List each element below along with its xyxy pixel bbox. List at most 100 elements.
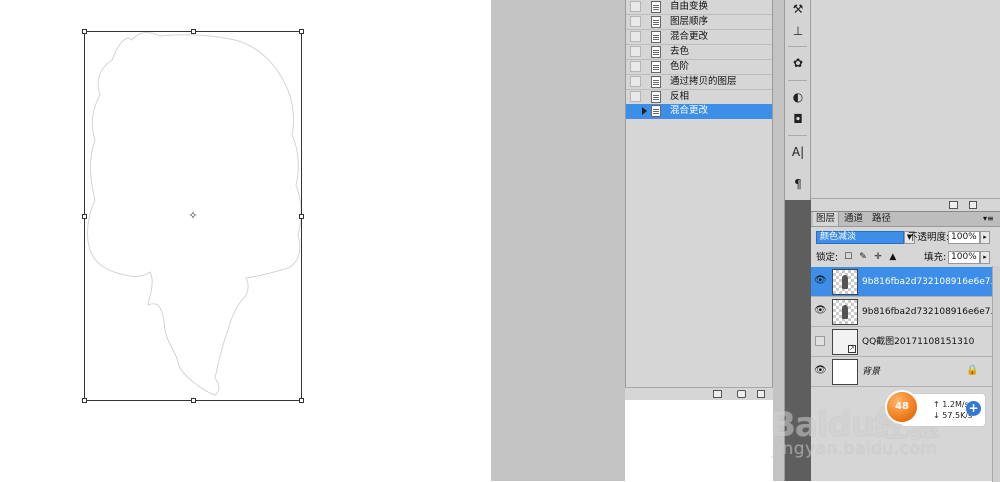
history-snapshot-checkbox[interactable] xyxy=(630,61,641,72)
upper-right-panel xyxy=(811,0,1000,211)
lock-image-icon[interactable]: ✎ xyxy=(859,253,868,262)
masks-icon[interactable]: ◘ xyxy=(790,112,806,126)
tab-layers[interactable]: 图层 xyxy=(813,212,840,226)
history-item[interactable]: 混合更改 xyxy=(626,30,772,45)
history-item[interactable]: 色阶 xyxy=(626,60,772,75)
history-snapshot-checkbox[interactable] xyxy=(630,16,641,27)
history-item[interactable]: 自由变换 xyxy=(626,0,772,15)
accelerator-ball-icon[interactable]: 48 xyxy=(887,392,917,422)
history-item-label: 图层顺序 xyxy=(670,16,709,27)
brush-presets-icon[interactable]: ✿ xyxy=(790,56,806,70)
opacity-slider-arrow-icon[interactable]: ▸ xyxy=(980,231,990,244)
workspace-background xyxy=(491,0,625,481)
history-state-icon xyxy=(651,91,661,103)
transform-handle-top-right[interactable] xyxy=(299,29,304,34)
layer-thumbnail xyxy=(832,359,858,385)
history-item-selected[interactable]: 混合更改 xyxy=(626,104,772,119)
lock-transparent-icon[interactable]: ☐ xyxy=(844,253,853,262)
upper-right-panel-footer xyxy=(811,198,1000,211)
trash-icon[interactable] xyxy=(757,390,765,398)
layer-row[interactable]: 👁 9b816fba2d732108916e6e7... xyxy=(811,297,999,327)
transform-handle-top-left[interactable] xyxy=(82,29,87,34)
layer-name[interactable]: 9b816fba2d732108916e6e7... xyxy=(862,306,999,318)
lock-position-icon[interactable]: ✛ xyxy=(874,253,883,262)
transform-handle-left[interactable] xyxy=(82,214,87,219)
history-state-icon xyxy=(651,16,661,28)
history-item[interactable]: 图层顺序 xyxy=(626,15,772,30)
lock-all-icon[interactable]: ▲ xyxy=(889,253,898,262)
history-item[interactable]: 反相 xyxy=(626,90,772,105)
camera-snapshot-icon[interactable] xyxy=(737,390,746,398)
history-snapshot-checkbox[interactable] xyxy=(630,46,641,57)
lock-icon: 🔒 xyxy=(966,365,979,376)
adjustments-icon[interactable]: ◐ xyxy=(790,90,806,104)
history-snapshot-checkbox[interactable] xyxy=(630,91,641,102)
history-item-label: 色阶 xyxy=(670,61,690,72)
strip-divider xyxy=(788,135,807,136)
watermark-url: jingyan.baidu.com xyxy=(772,439,938,459)
history-item-label: 混合更改 xyxy=(670,31,709,42)
new-item-icon[interactable] xyxy=(949,201,958,209)
layer-name[interactable]: 9b816fba2d732108916e6e7... xyxy=(862,276,999,288)
history-item-label: 反相 xyxy=(670,91,690,102)
opacity-input[interactable]: 100% xyxy=(948,231,980,244)
transform-handle-bottom-left[interactable] xyxy=(82,398,87,403)
history-snapshot-checkbox[interactable] xyxy=(630,105,641,116)
layer-name[interactable]: QQ截图20171108151310 xyxy=(862,336,974,348)
history-state-pointer-icon[interactable] xyxy=(642,107,647,115)
eye-visibility-icon[interactable]: 👁 xyxy=(814,366,827,376)
smart-object-icon: ↗ xyxy=(848,345,856,353)
history-state-icon xyxy=(651,76,661,88)
layer-name[interactable]: 背景 xyxy=(862,366,880,378)
document-canvas[interactable]: ✧ xyxy=(0,0,491,481)
transform-handle-bottom[interactable] xyxy=(191,398,196,403)
history-snapshot-checkbox[interactable] xyxy=(630,31,641,42)
lock-row: 锁定: ☐ ✎ ✛ ▲ xyxy=(816,251,898,264)
paragraph-icon[interactable]: ¶ xyxy=(790,177,806,191)
fill-input[interactable]: 100% xyxy=(948,251,980,264)
transform-center-icon[interactable]: ✧ xyxy=(188,210,198,221)
strip-divider xyxy=(788,80,807,81)
layer-thumbnail: ↗ xyxy=(832,329,858,355)
history-snapshot-checkbox[interactable] xyxy=(630,76,641,87)
history-state-icon xyxy=(651,61,661,73)
blend-mode-select[interactable]: 颜色减淡 xyxy=(816,231,904,244)
strip-divider xyxy=(788,46,807,47)
tab-paths[interactable]: 路径 xyxy=(869,212,894,226)
fill-slider-arrow-icon[interactable]: ▸ xyxy=(980,251,990,264)
history-item[interactable]: 去色 xyxy=(626,45,772,60)
transform-handle-top[interactable] xyxy=(191,29,196,34)
history-panel-footer xyxy=(625,387,773,400)
lock-label: 锁定: xyxy=(816,252,839,263)
layer-row-selected[interactable]: 👁 9b816fba2d732108916e6e7... xyxy=(811,267,999,297)
fill-label: 填充: xyxy=(924,252,947,263)
tab-channels[interactable]: 通道 xyxy=(841,212,866,226)
history-state-icon xyxy=(651,1,661,13)
transform-handle-bottom-right[interactable] xyxy=(299,398,304,403)
history-state-icon xyxy=(651,105,661,117)
history-state-icon xyxy=(651,46,661,58)
transform-handle-right[interactable] xyxy=(299,214,304,219)
history-state-icon xyxy=(651,31,661,43)
panel-menu-icon[interactable]: ▾≡ xyxy=(983,214,994,223)
layer-thumbnail xyxy=(832,269,858,295)
history-item-label: 混合更改 xyxy=(670,105,709,116)
layer-thumbnail xyxy=(832,299,858,325)
layers-panel-tabs: 图层 通道 路径 ▾≡ xyxy=(811,212,1000,227)
layer-row[interactable]: 👁 背景 🔒 xyxy=(811,357,992,387)
eye-visibility-icon[interactable]: 👁 xyxy=(814,306,827,316)
trash-icon[interactable] xyxy=(969,201,977,209)
clone-source-icon[interactable]: ⚒ xyxy=(790,2,806,16)
layer-row[interactable]: ↗ QQ截图20171108151310 xyxy=(811,327,992,357)
layers-scrollbar[interactable] xyxy=(992,266,1000,482)
history-item-label: 去色 xyxy=(670,46,690,57)
tool-presets-icon[interactable]: ⊥ xyxy=(790,24,806,38)
new-document-from-state-icon[interactable] xyxy=(713,390,722,398)
history-item[interactable]: 通过拷贝的图层 xyxy=(626,75,772,90)
opacity-label: 不透明度: xyxy=(908,232,950,243)
plus-icon[interactable]: + xyxy=(966,401,981,416)
eye-visibility-icon[interactable]: 👁 xyxy=(814,276,827,286)
character-icon[interactable]: A| xyxy=(790,145,806,159)
history-snapshot-checkbox[interactable] xyxy=(630,1,641,12)
visibility-off-box[interactable] xyxy=(815,336,825,346)
